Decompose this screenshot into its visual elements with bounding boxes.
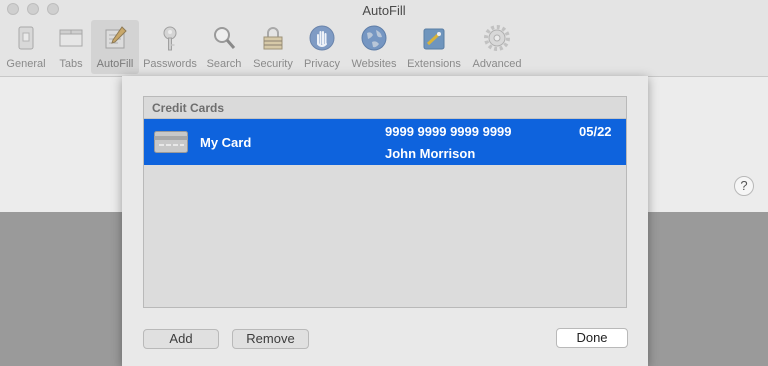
autofill-icon <box>105 26 127 49</box>
toolbar-item-general[interactable]: General <box>2 20 50 74</box>
magnifier-icon <box>214 27 236 49</box>
puzzle-icon <box>423 28 445 50</box>
credit-card-icon <box>154 131 188 153</box>
toolbar-item-search[interactable]: Search <box>203 20 245 74</box>
toolbar-item-security[interactable]: Security <box>249 20 297 74</box>
card-name: My Card <box>200 135 252 150</box>
credit-cards-table[interactable]: Credit Cards My Card 9999 9999 9999 9999… <box>143 96 627 308</box>
add-button[interactable]: Add <box>143 329 219 349</box>
title-bar: AutoFill <box>0 0 768 20</box>
table-row[interactable]: My Card 9999 9999 9999 9999 John Morriso… <box>144 119 626 165</box>
toolbar-item-websites[interactable]: Websites <box>348 20 400 74</box>
card-number: 9999 9999 9999 9999 <box>385 124 512 139</box>
gear-icon <box>484 25 510 51</box>
card-holder: John Morrison <box>385 146 476 161</box>
toolbar-item-autofill[interactable]: AutoFill <box>91 20 139 74</box>
card-expiry: 05/22 <box>579 124 612 139</box>
lock-icon <box>263 27 283 50</box>
help-button[interactable]: ? <box>734 176 754 196</box>
autofill-credit-cards-sheet: Credit Cards My Card 9999 9999 9999 9999… <box>122 76 648 366</box>
key-icon <box>163 26 177 51</box>
toolbar-item-extensions[interactable]: Extensions <box>403 20 465 74</box>
remove-button[interactable]: Remove <box>232 329 309 349</box>
toolbar-item-passwords[interactable]: Passwords <box>141 20 199 74</box>
toolbar-item-advanced[interactable]: Advanced <box>468 20 526 74</box>
preferences-toolbar: General Tabs AutoFill Passwords Search S… <box>0 20 768 77</box>
tabs-icon <box>59 29 83 47</box>
table-header: Credit Cards <box>144 97 626 119</box>
toolbar-item-tabs[interactable]: Tabs <box>52 20 90 74</box>
globe-icon <box>361 25 387 51</box>
window-title: AutoFill <box>362 3 406 18</box>
toolbar-item-privacy[interactable]: Privacy <box>300 20 344 74</box>
general-icon <box>18 26 34 50</box>
done-button[interactable]: Done <box>556 328 628 348</box>
hand-icon <box>309 25 335 51</box>
